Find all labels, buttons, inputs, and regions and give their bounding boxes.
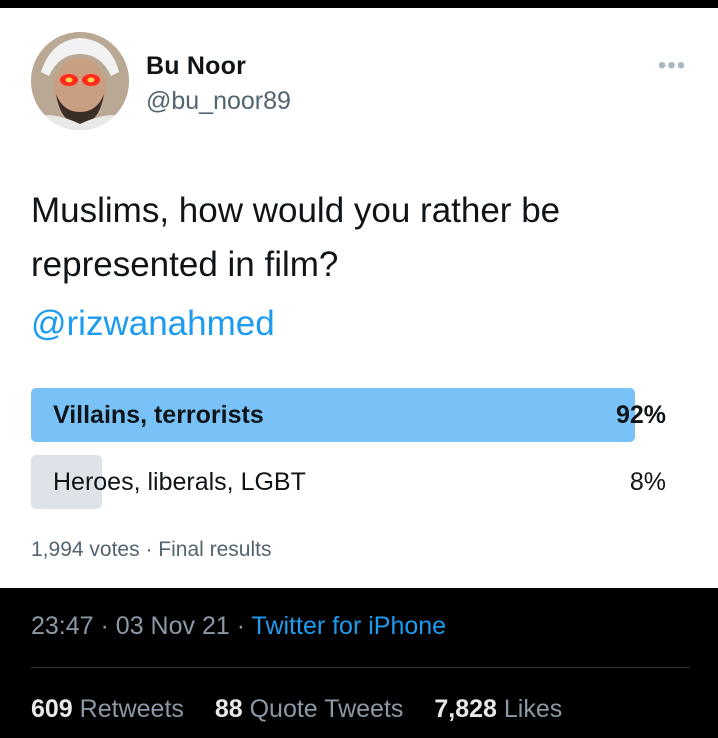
poll-option-2: Heroes, liberals, LGBT 8% <box>31 455 671 509</box>
likes-label: Likes <box>503 695 563 723</box>
quote-tweets-count: 88 <box>214 695 243 723</box>
poll-option-percent: 8% <box>629 468 666 496</box>
quote-tweets-stat[interactable]: 88 Quote Tweets <box>215 695 411 723</box>
retweets-label: Retweets <box>79 695 184 723</box>
author-handle[interactable]: @bu_noor89 <box>146 87 291 116</box>
poll-option-percent: 92% <box>615 401 666 429</box>
poll-option-1: Villains, terrorists 92% <box>31 388 671 442</box>
poll-separator: · <box>145 538 153 561</box>
poll-option-label: Villains, terrorists <box>53 401 264 429</box>
tweet-text: Muslims, how would you rather be represe… <box>31 191 561 284</box>
tweet-card: Bu Noor @bu_noor89 ••• Muslims, how woul… <box>0 8 718 588</box>
avatar-image <box>31 32 129 130</box>
tweet-timestamp: 23:47 · 03 Nov 21 · Twitter for iPhone <box>31 612 446 641</box>
likes-stat[interactable]: 7,828 Likes <box>434 695 562 723</box>
poll-status: Final results <box>158 538 272 561</box>
tweet-time[interactable]: 23:47 <box>31 612 94 640</box>
mention-link[interactable]: @rizwanahmed <box>31 304 275 344</box>
meta-separator: · <box>100 612 109 640</box>
divider <box>31 667 690 668</box>
poll-meta: 1,994 votes · Final results <box>31 538 271 562</box>
tweet-date[interactable]: 03 Nov 21 <box>116 612 230 640</box>
retweets-stat[interactable]: 609 Retweets <box>31 695 191 723</box>
retweets-count: 609 <box>31 695 73 723</box>
tweet-stats: 609 Retweets 88 Quote Tweets 7,828 Likes <box>31 695 586 724</box>
quote-tweets-label: Quote Tweets <box>249 695 404 723</box>
avatar[interactable] <box>31 32 129 130</box>
tweet-source-link[interactable]: Twitter for iPhone <box>252 612 447 640</box>
author-name[interactable]: Bu Noor <box>146 52 246 81</box>
poll-option-label: Heroes, liberals, LGBT <box>53 468 306 496</box>
likes-count: 7,828 <box>434 695 497 723</box>
poll-votes: 1,994 votes <box>31 538 140 561</box>
more-horizontal-icon[interactable]: ••• <box>652 54 692 78</box>
meta-separator: · <box>236 612 246 640</box>
